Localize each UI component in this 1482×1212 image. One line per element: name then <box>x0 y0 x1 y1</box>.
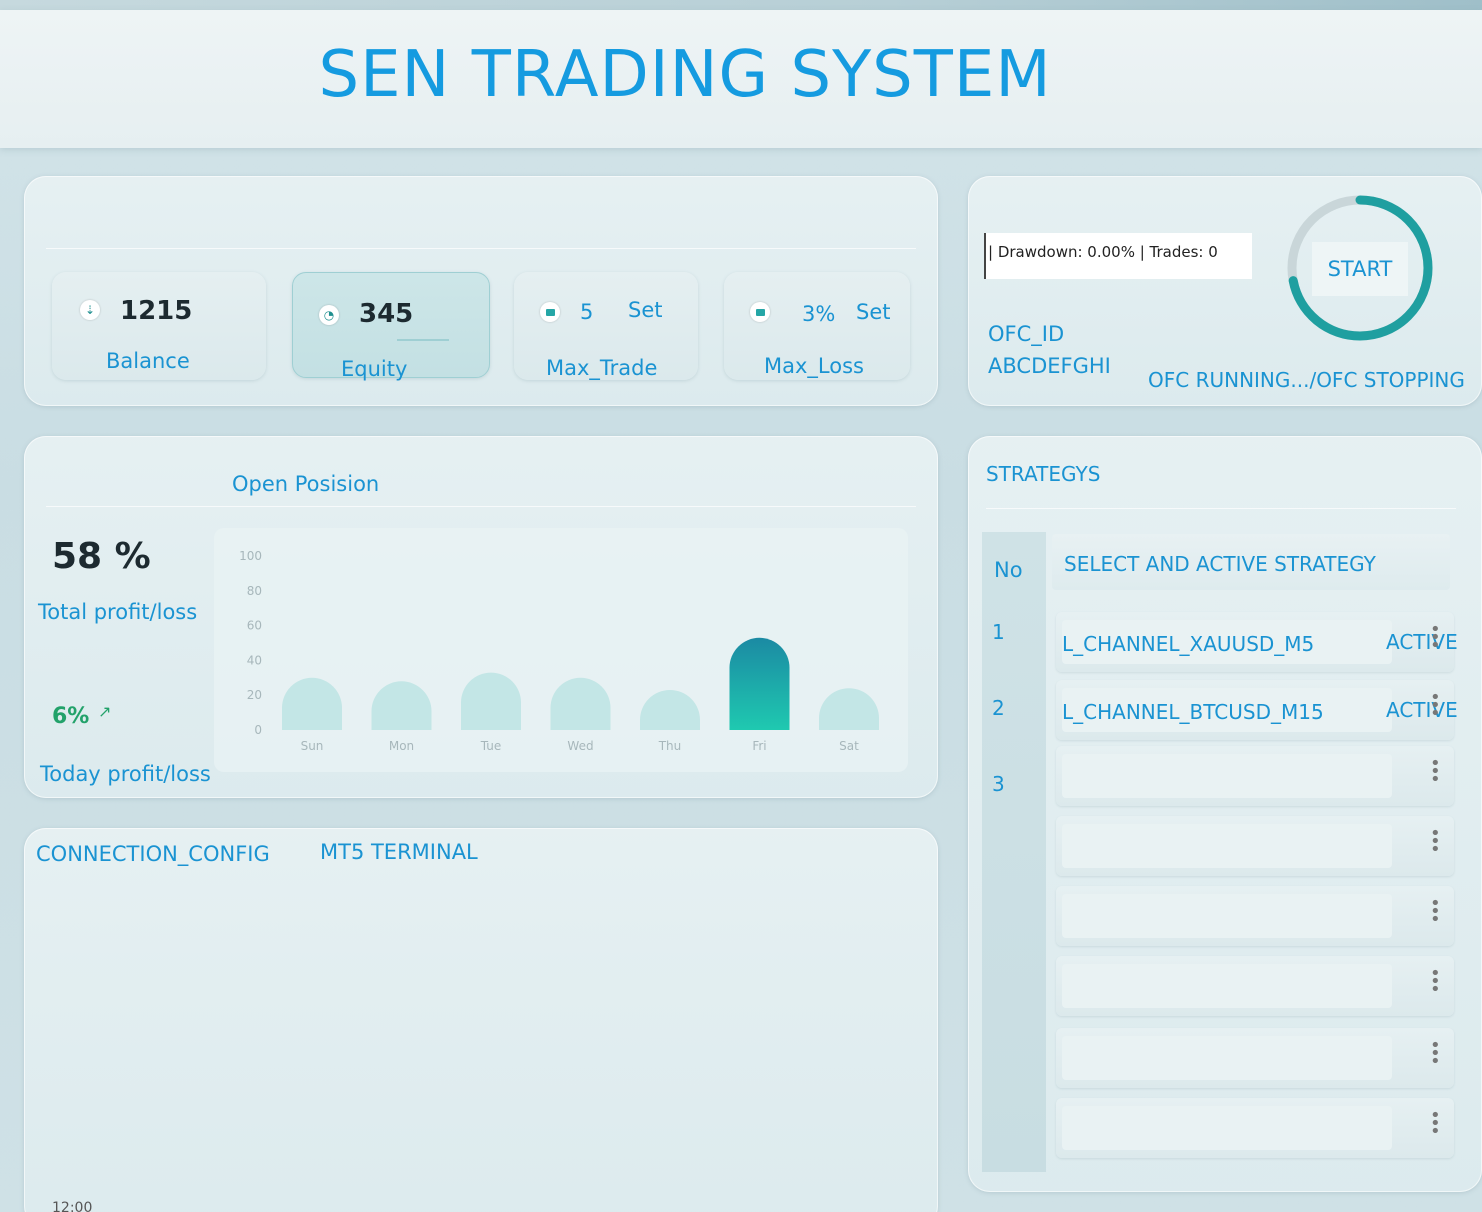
strategies-title: STRATEGYS <box>986 462 1101 486</box>
max-loss-card: 3% Set Max_Loss <box>724 272 910 380</box>
more-vertical-icon[interactable]: • • • <box>1430 965 1441 1000</box>
x-tick-label: Sat <box>839 739 859 753</box>
strategy-number: 2 <box>992 696 1005 720</box>
more-vertical-icon[interactable]: • • • <box>1430 895 1441 930</box>
more-vertical-icon[interactable]: • • • <box>1430 825 1441 860</box>
y-tick-label: 20 <box>247 688 262 702</box>
bar-sun <box>282 677 342 730</box>
ofc-id-label: OFC_ID <box>988 322 1065 346</box>
trend-up-icon: ↗ <box>98 702 112 721</box>
max-loss-value: 3% <box>802 302 836 326</box>
equity-label: Equity <box>341 357 408 381</box>
x-tick-label: Sun <box>301 739 324 753</box>
strategy-slot[interactable] <box>1062 964 1392 1008</box>
balance-icon: ⇣ <box>80 300 100 320</box>
y-tick-label: 60 <box>247 619 262 633</box>
max-loss-label: Max_Loss <box>764 354 864 378</box>
strategy-number: 3 <box>992 772 1005 796</box>
total-profit-value: 58 % <box>52 536 151 577</box>
bar-fri <box>729 637 790 730</box>
stats-divider <box>46 248 916 249</box>
strategy-name: L_CHANNEL_BTCUSD_M15 <box>1062 700 1324 724</box>
weekly-chart: 100 80 60 40 20 0 Sun Mon Tue Wed Thu Fri Sat <box>214 528 908 772</box>
column-header-select: SELECT AND ACTIVE STRATEGY <box>1064 552 1376 576</box>
stats-panel: ⇣ 1215 Balance ◔ 345 Equity 5 Set Max_Tr… <box>24 176 938 406</box>
strategy-status: ACTIVE <box>1386 630 1458 654</box>
strategy-row[interactable]: • • • <box>1056 746 1454 806</box>
bar-tue <box>461 672 521 730</box>
today-profit-label: Today profit/loss <box>40 762 211 786</box>
strategy-number: 1 <box>992 620 1005 644</box>
balance-card: ⇣ 1215 Balance <box>52 272 266 380</box>
y-tick-label: 80 <box>247 584 262 598</box>
total-profit-label: Total profit/loss <box>38 600 198 624</box>
pie-icon: ◔ <box>319 305 339 325</box>
strategy-row[interactable]: L_CHANNEL_XAUUSD_M5 ACTIVE • • • <box>1056 612 1458 672</box>
start-button[interactable]: START <box>1312 242 1408 296</box>
more-vertical-icon[interactable]: • • • <box>1430 689 1441 724</box>
y-tick-label: 40 <box>247 653 262 667</box>
more-vertical-icon[interactable]: • • • <box>1430 621 1441 656</box>
y-tick-label: 100 <box>239 549 262 563</box>
y-tick-label: 0 <box>254 723 262 737</box>
strategy-row[interactable]: • • • <box>1056 1028 1454 1088</box>
profit-divider <box>46 506 916 507</box>
wallet-icon <box>540 302 560 322</box>
x-tick-label: Tue <box>480 739 502 753</box>
bar-mon <box>371 681 432 730</box>
bar-sat <box>819 688 879 730</box>
equity-card[interactable]: ◔ 345 Equity <box>292 272 490 381</box>
x-tick-label: Wed <box>567 739 593 753</box>
more-vertical-icon[interactable]: • • • <box>1430 1037 1441 1072</box>
app-title: SEN TRADING SYSTEM <box>318 38 1052 112</box>
strategy-slot[interactable] <box>1062 1036 1392 1080</box>
ofc-status-text: OFC RUNNING.../OFC STOPPING <box>1148 368 1465 392</box>
more-vertical-icon[interactable]: • • • <box>1430 1107 1441 1142</box>
select-header: SELECT AND ACTIVE STRATEGY <box>1052 534 1450 590</box>
balance-value: 1215 <box>120 296 193 326</box>
strategies-divider <box>986 508 1456 509</box>
strategy-row[interactable]: • • • <box>1056 956 1454 1016</box>
bar-thu <box>640 689 700 730</box>
strategy-status: ACTIVE <box>1386 698 1458 722</box>
strategy-slot[interactable] <box>1062 824 1392 868</box>
max-loss-set-button[interactable]: Set <box>856 300 890 324</box>
x-tick-label: Mon <box>389 739 414 753</box>
strategy-row[interactable]: • • • <box>1056 1098 1454 1158</box>
strategy-row[interactable]: L_CHANNEL_BTCUSD_M15 ACTIVE • • • <box>1056 680 1458 740</box>
today-profit-value: 6% <box>52 704 90 729</box>
strategy-slot[interactable] <box>1062 1106 1392 1150</box>
x-tick-label: Fri <box>752 739 766 753</box>
connection-panel <box>24 828 938 1212</box>
equity-underline <box>397 339 449 341</box>
connection-config-tab[interactable]: CONNECTION_CONFIG <box>36 842 270 866</box>
strategy-row[interactable]: • • • <box>1056 886 1454 946</box>
mt5-terminal-tab[interactable]: MT5 TERMINAL <box>320 840 478 864</box>
app-header: SEN TRADING SYSTEM <box>0 10 1482 148</box>
strategy-name: L_CHANNEL_XAUUSD_M5 <box>1062 632 1315 656</box>
wallet-icon <box>750 302 770 322</box>
max-trade-label: Max_Trade <box>546 356 658 380</box>
max-trade-card: 5 Set Max_Trade <box>514 272 698 380</box>
chart-svg: 100 80 60 40 20 0 Sun Mon Tue Wed Thu Fri Sat <box>239 549 879 753</box>
open-position-title: Open Posision <box>232 472 380 496</box>
more-vertical-icon[interactable]: • • • <box>1430 755 1441 790</box>
max-trade-value: 5 <box>580 300 594 324</box>
drawdown-readout: | Drawdown: 0.00% | Trades: 0 <box>984 233 1252 279</box>
balance-label: Balance <box>106 349 190 373</box>
x-tick-label: Thu <box>658 739 682 753</box>
max-trade-set-button[interactable]: Set <box>628 298 662 322</box>
equity-value: 345 <box>359 299 414 329</box>
footer-time: 12:00 <box>52 1200 93 1212</box>
strategy-row[interactable]: • • • <box>1056 816 1454 876</box>
strategy-slot[interactable] <box>1062 894 1392 938</box>
ofc-id-value: ABCDEFGHI <box>988 354 1111 378</box>
strategy-slot[interactable] <box>1062 754 1392 798</box>
column-header-no: No <box>994 558 1023 582</box>
bar-wed <box>550 677 611 730</box>
